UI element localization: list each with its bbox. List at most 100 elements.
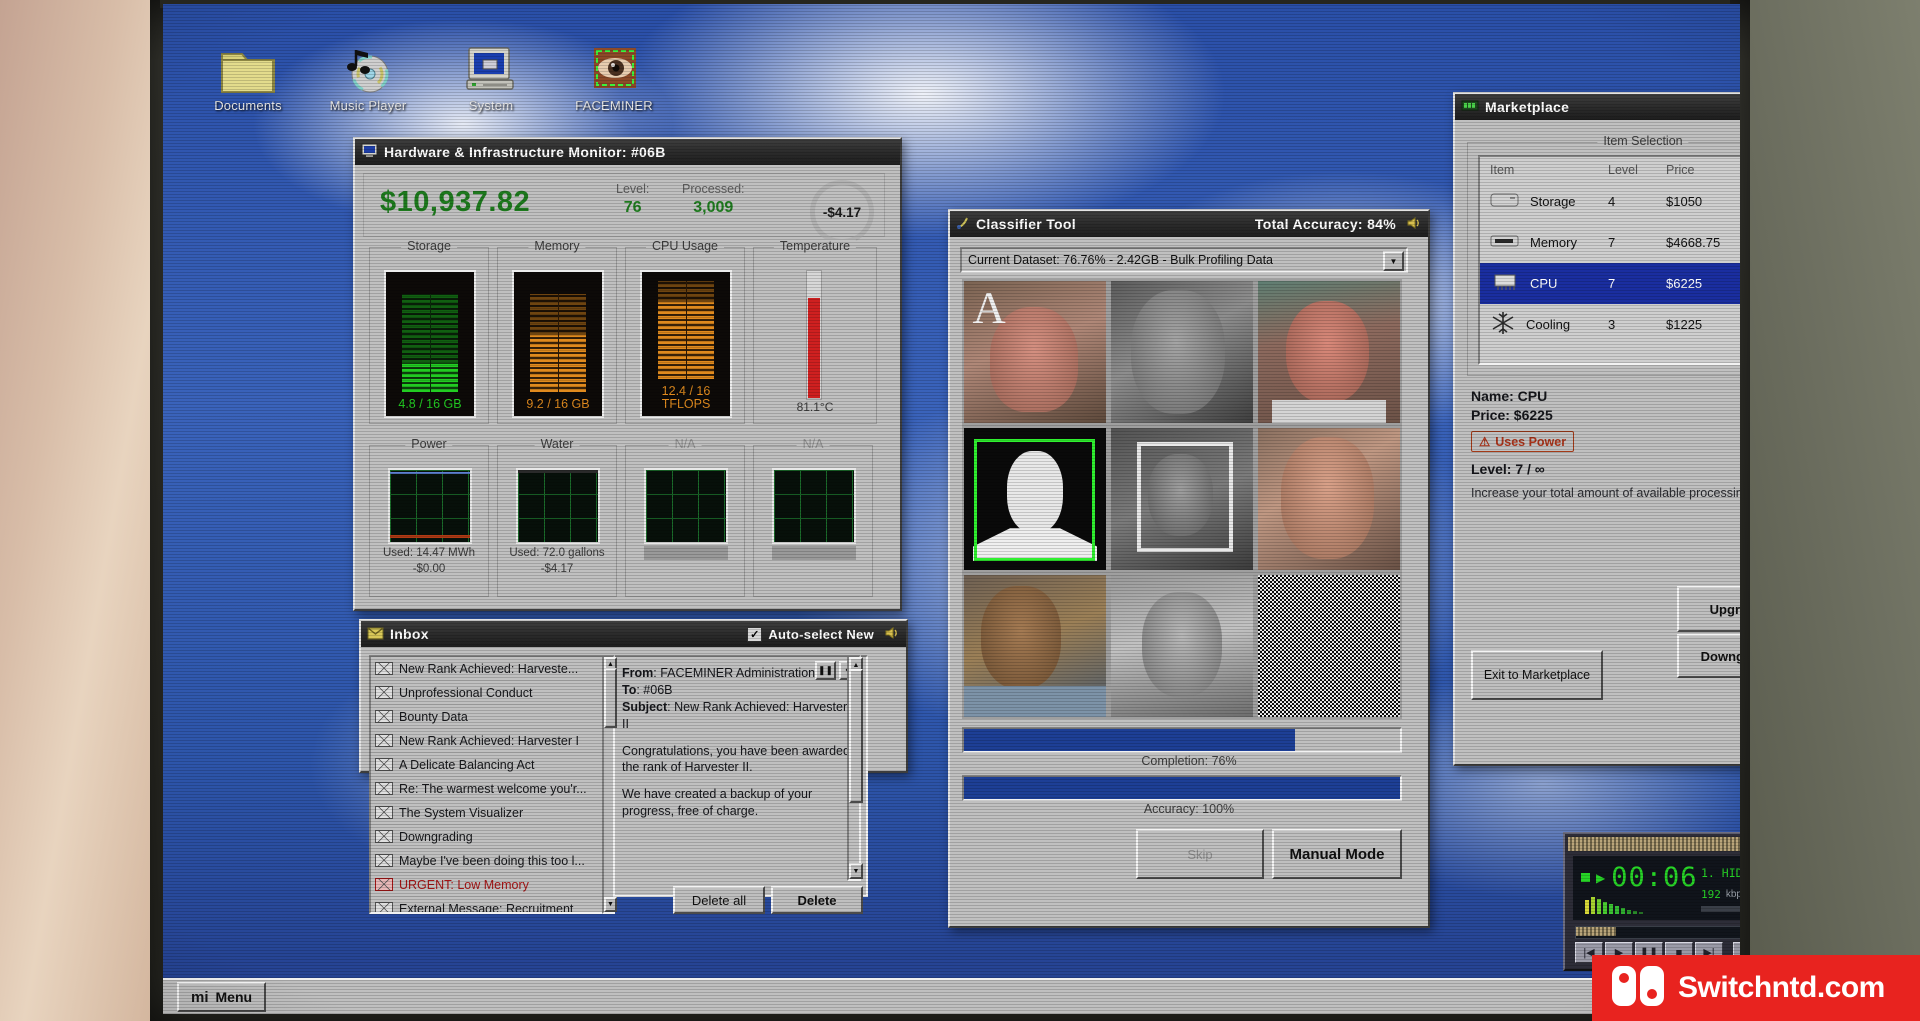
classifier-title: Classifier Tool: [976, 216, 1076, 232]
graph-power-readout: Used: 14.47 MWh -$0.00: [370, 546, 488, 577]
uses-power-badge: ⚠ Uses Power: [1471, 431, 1574, 452]
envelope-icon: [375, 686, 393, 699]
manual-mode-button[interactable]: Manual Mode: [1272, 829, 1402, 879]
face-cell[interactable]: [1258, 575, 1400, 717]
hardware-monitor-titlebar: Hardware & Infrastructure Monitor: #06B: [355, 139, 900, 165]
scroll-thumb[interactable]: [604, 668, 617, 728]
face-cell[interactable]: [1111, 281, 1253, 423]
hardware-monitor-window[interactable]: Hardware & Infrastructure Monitor: #06B …: [353, 137, 902, 611]
inbox-message-row[interactable]: New Rank Achieved: Harveste...: [371, 657, 603, 681]
face-cell[interactable]: A: [964, 281, 1106, 423]
item-name: Cooling: [1526, 317, 1570, 332]
media-player-window[interactable]: ▶ 00:06 1. HIDDENOS - HOPEMINER (4:17) 1…: [1563, 832, 1740, 971]
inbox-message-row[interactable]: External Message: Recruitment: [371, 897, 603, 914]
speaker-icon[interactable]: [884, 626, 900, 643]
graph-na-1: N/A: [625, 445, 745, 597]
desktop-icon-music-player[interactable]: Music Player: [313, 32, 423, 113]
item-price: $1050: [1666, 194, 1702, 209]
inbox-message-row[interactable]: A Delicate Balancing Act: [371, 753, 603, 777]
upgrade-button[interactable]: Upgrade ⇧: [1677, 586, 1740, 632]
mail-body-paragraph-1: Congratulations, you have been awarded t…: [622, 743, 857, 777]
desktop-icon-documents[interactable]: Documents: [193, 32, 303, 113]
inbox-message-row[interactable]: New Rank Achieved: Harvester I: [371, 729, 603, 753]
inbox-message-row[interactable]: The System Visualizer: [371, 801, 603, 825]
reader-scroll-thumb[interactable]: [849, 669, 863, 803]
graph-power: Power Used: 14.47 MWh -$0.00: [369, 445, 489, 597]
completion-label: Completion: 76%: [950, 754, 1428, 768]
inbox-message-subject: Re: The warmest welcome you'r...: [399, 782, 587, 796]
face-cell[interactable]: [1258, 428, 1400, 570]
inbox-message-subject: External Message: Recruitment: [399, 902, 573, 915]
marketplace-item-row[interactable]: Cooling3$1225: [1480, 304, 1740, 345]
inbox-message-row[interactable]: Unprofessional Conduct: [371, 681, 603, 705]
track-time: 00:06: [1611, 862, 1697, 893]
meter-storage-display: 4.8 / 16 GB: [384, 270, 476, 418]
item-level: 3: [1608, 317, 1666, 332]
mail-to-value: #06B: [643, 683, 672, 697]
inbox-message-list[interactable]: New Rank Achieved: Harveste...Unprofessi…: [369, 655, 605, 914]
item-level: 7: [1608, 235, 1666, 250]
reader-scroll-down-button[interactable]: ▼: [849, 863, 863, 879]
graph-power-label: Power: [405, 437, 452, 451]
inbox-message-row[interactable]: Bounty Data: [371, 705, 603, 729]
speaker-icon[interactable]: [1406, 216, 1422, 233]
marketplace-window[interactable]: Marketplace Item Selection Item Level Pr…: [1453, 92, 1740, 766]
taskbar[interactable]: mi Menu: [163, 978, 1740, 1014]
volume-slider[interactable]: [1701, 906, 1740, 912]
face-cell[interactable]: [964, 428, 1106, 570]
marketplace-item-row[interactable]: Storage4$1050: [1480, 181, 1740, 222]
face-cell[interactable]: [964, 575, 1106, 717]
inbox-message-row[interactable]: Maybe I've been doing this too l...: [371, 849, 603, 873]
inbox-message-subject: Downgrading: [399, 830, 473, 844]
face-cell[interactable]: [1111, 575, 1253, 717]
bitrate-value: 192: [1701, 888, 1721, 901]
scroll-down-button[interactable]: ▼: [604, 897, 617, 912]
inbox-list-scrollbar[interactable]: ▲ ▼: [602, 655, 615, 914]
face-marker-green-box: [974, 439, 1095, 561]
marketplace-item-table[interactable]: Item Level Price Storage4$1050Memory7$46…: [1478, 155, 1740, 365]
inbox-message-row[interactable]: URGENT: Low Memory: [371, 873, 603, 897]
completion-progress-fill: [964, 729, 1295, 751]
auto-select-new-checkbox[interactable]: ✓ Auto-select New: [747, 627, 874, 642]
mail-from-label: From: [622, 666, 653, 680]
face-cell[interactable]: [1111, 428, 1253, 570]
graph-na-2-label: N/A: [797, 437, 830, 451]
exit-to-marketplace-button[interactable]: Exit to Marketplace: [1471, 650, 1603, 700]
classifier-window[interactable]: Classifier Tool Total Accuracy: 84% Curr…: [948, 209, 1430, 928]
face-grid[interactable]: A: [962, 279, 1402, 719]
inbox-message-row[interactable]: Downgrading: [371, 825, 603, 849]
column-price: Price: [1666, 163, 1694, 177]
hardware-monitor-title: Hardware & Infrastructure Monitor: #06B: [384, 144, 666, 160]
desktop-icon-system[interactable]: System: [436, 32, 546, 113]
desktop-icon-faceminer[interactable]: FACEMINER: [559, 32, 669, 113]
seek-bar[interactable]: [1575, 926, 1740, 939]
inbox-window[interactable]: Inbox ✓ Auto-select New New Rank Achieve…: [359, 619, 908, 773]
item-table-rows[interactable]: Storage4$1050Memory7$4668.75CPU7$6225 Coo…: [1480, 181, 1740, 345]
reader-scrollbar[interactable]: ▲ ▼: [847, 655, 861, 881]
pause-mail-button[interactable]: ❚❚: [815, 661, 836, 680]
start-menu-button[interactable]: mi Menu: [177, 982, 266, 1012]
net-income-dial: -$4.17: [810, 180, 874, 244]
graph-na-1-plot: [644, 468, 728, 544]
level-stat: Level: 76: [616, 182, 649, 217]
item-price: $4668.75: [1666, 235, 1720, 250]
switch-logo: [1610, 964, 1666, 1013]
downgrade-button[interactable]: Downgrade ⇩: [1677, 634, 1740, 678]
inbox-message-row[interactable]: Re: The warmest welcome you'r...: [371, 777, 603, 801]
inbox-message-subject: URGENT: Low Memory: [399, 878, 529, 892]
inbox-reading-pane: ❚❚ ↩ From: FACEMINER Administration To: …: [611, 655, 868, 897]
face-cell[interactable]: [1258, 281, 1400, 423]
marketplace-item-row[interactable]: Memory7$4668.75: [1480, 222, 1740, 263]
meter-memory-display: 9.2 / 16 GB: [512, 270, 604, 418]
skip-button[interactable]: Skip: [1136, 829, 1264, 879]
chevron-down-icon[interactable]: ▼: [1383, 251, 1404, 271]
bitrate-unit: kbps: [1726, 889, 1740, 900]
dataset-dropdown[interactable]: Current Dataset: 76.76% - 2.42GB - Bulk …: [960, 247, 1408, 273]
meter-memory: Memory 9.2 / 16 GB: [497, 247, 617, 424]
graph-power-line1: Used: 14.47 MWh: [383, 547, 475, 559]
delete-all-button[interactable]: Delete all: [673, 886, 765, 914]
marketplace-item-row[interactable]: CPU7$6225: [1480, 263, 1740, 304]
graph-water: Water Used: 72.0 gallons -$4.17: [497, 445, 617, 597]
face-marker-letter: A: [973, 285, 1006, 331]
delete-button[interactable]: Delete: [771, 886, 863, 914]
